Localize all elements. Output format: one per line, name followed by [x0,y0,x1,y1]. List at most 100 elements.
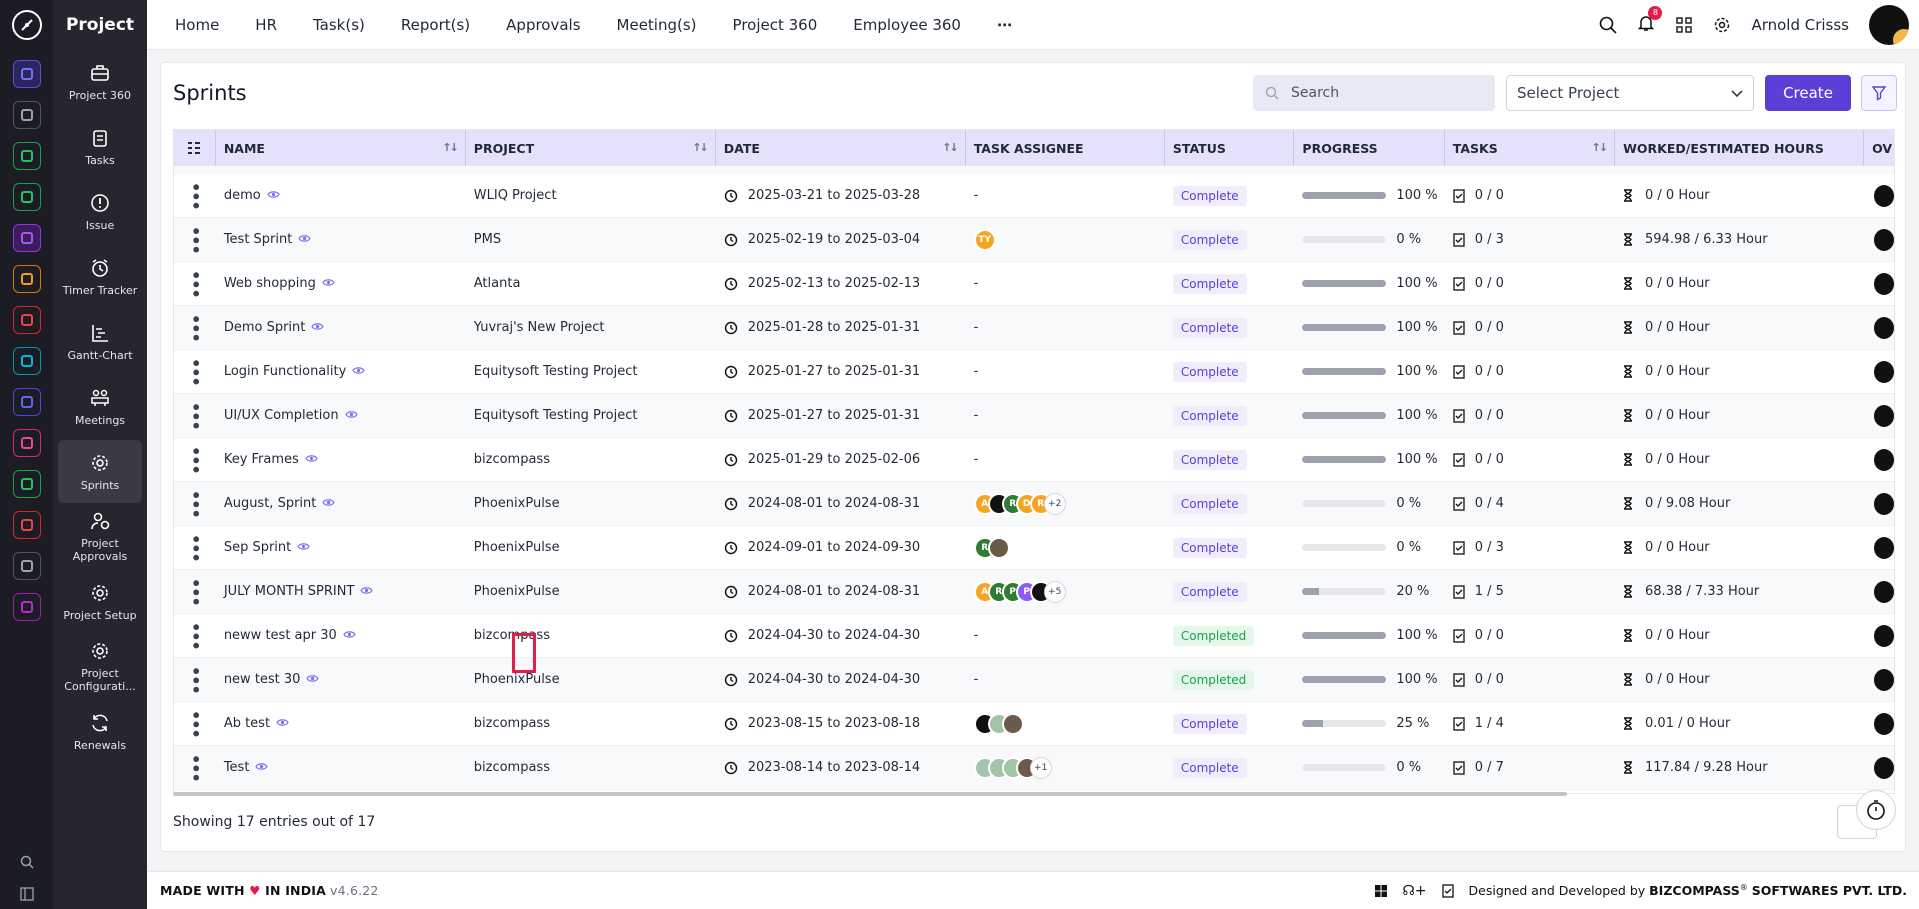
rail-wheat-icon[interactable] [12,265,41,293]
table-row[interactable]: ••• Test bizcompass 2023-08-14 to 2023-0… [174,746,1894,790]
view-eye-icon[interactable] [306,672,320,687]
kebab-menu-icon[interactable]: ••• [186,534,205,562]
collapse-sidebar-icon[interactable] [19,887,34,901]
notification-bell[interactable]: 8 [1637,5,1663,36]
sidebar-item-project-setup[interactable]: Project Setup [58,570,142,633]
nav-hr[interactable]: HR [255,16,277,34]
nav-project-360[interactable]: Project 360 [733,16,818,34]
table-row[interactable]: ••• neww test apr 30 bizcompass 2024-04-… [174,614,1894,658]
rail-user-icon[interactable] [12,511,41,539]
table-row[interactable]: ••• Key Frames bizcompass 2025-01-29 to … [174,438,1894,482]
rail-box-icon[interactable] [12,347,41,375]
sort-icon[interactable]: ↑↓ [442,141,459,154]
view-eye-icon[interactable] [322,496,336,511]
view-eye-icon[interactable] [305,452,318,467]
view-eye-icon[interactable] [352,364,365,379]
row-actions[interactable]: ••• [174,262,216,306]
sidebar-item-renewals[interactable]: Renewals [58,700,142,763]
search-input[interactable]: Search [1253,75,1495,111]
more-assignees-badge[interactable]: +1 [1029,756,1052,779]
kebab-menu-icon[interactable]: ••• [186,710,205,738]
apps-grid-icon[interactable] [1675,16,1693,34]
view-eye-icon[interactable] [322,276,335,291]
row-actions[interactable]: ••• [174,614,216,658]
rail-project-icon[interactable] [12,224,41,252]
table-row[interactable]: ••• Sep Sprint PhoenixPulse 2024-09-01 t… [174,526,1894,570]
rail-people-icon[interactable] [12,142,41,170]
view-eye-icon[interactable] [343,628,356,643]
table-row[interactable]: ••• Test Sprint PMS 2025-02-19 to 2025-0… [174,218,1894,262]
column-name[interactable]: NAME ↑↓ [216,130,466,166]
rail-target-icon[interactable] [12,306,41,334]
table-row[interactable]: ••• demo WLIQ Project 2025-03-21 to 2025… [174,174,1894,218]
sort-icon[interactable]: ↑↓ [942,141,959,154]
sidebar-item-project-configuration[interactable]: Project Configurati... [58,635,142,698]
row-actions[interactable]: ••• [174,306,216,350]
kebab-menu-icon[interactable]: ••• [186,446,205,474]
sidebar-item-project-approvals[interactable]: Project Approvals [58,505,142,568]
nav-tasks[interactable]: Task(s) [313,16,365,34]
row-actions[interactable]: ••• [174,570,216,614]
sidebar-item-project-360[interactable]: Project 360 [58,50,142,113]
table-row[interactable]: ••• JULY MONTH SPRINT PhoenixPulse 2024-… [174,570,1894,614]
floating-timer-button[interactable] [1856,790,1896,830]
kebab-menu-icon[interactable]: ••• [186,226,205,254]
avatar[interactable] [1001,712,1024,735]
row-actions[interactable]: ••• [174,174,216,218]
kebab-menu-icon[interactable]: ••• [186,182,205,210]
column-settings[interactable] [174,130,216,166]
rail-pin-icon[interactable] [12,101,41,129]
select-project-dropdown[interactable]: Select Project [1506,75,1754,111]
row-actions[interactable]: ••• [174,438,216,482]
user-name[interactable]: Arnold Crisss [1751,16,1849,34]
nav-reports[interactable]: Report(s) [401,16,470,34]
kebab-menu-icon[interactable]: ••• [186,314,205,342]
nav-meetings[interactable]: Meeting(s) [617,16,697,34]
horizontal-scrollbar[interactable] [173,792,1567,796]
view-eye-icon[interactable] [255,760,269,775]
sidebar-item-tasks[interactable]: Tasks [58,115,142,178]
headset-plus-icon[interactable]: ☊+ [1402,883,1426,899]
rail-dollar-icon[interactable] [12,470,41,498]
create-button[interactable]: Create [1765,75,1851,111]
avatar[interactable]: TY [973,228,996,251]
search-icon[interactable] [1599,16,1618,34]
settings-gear-icon[interactable] [1713,16,1731,34]
sidebar-item-timer-tracker[interactable]: Timer Tracker [58,245,142,308]
rail-house-icon[interactable] [12,552,41,580]
more-assignees-badge[interactable]: +5 [1043,580,1066,603]
row-actions[interactable]: ••• [174,394,216,438]
kebab-menu-icon[interactable]: ••• [186,578,205,606]
view-eye-icon[interactable] [344,408,358,423]
nav-home[interactable]: Home [175,16,219,34]
rail-monitor-icon[interactable] [12,429,41,457]
column-project[interactable]: PROJECT ↑↓ [466,130,716,166]
kebab-menu-icon[interactable]: ••• [186,358,205,386]
table-row[interactable]: ••• UI/UX Completion Equitysoft Testing … [174,394,1894,438]
more-icon[interactable]: ⋯ [997,16,1013,34]
column-date[interactable]: DATE ↑↓ [716,130,966,166]
user-avatar[interactable] [1869,4,1909,45]
app-logo-icon[interactable] [11,10,42,40]
sort-icon[interactable]: ↑↓ [692,141,709,154]
sidebar-item-meetings[interactable]: Meetings [58,375,142,438]
kebab-menu-icon[interactable]: ••• [186,754,205,782]
kebab-menu-icon[interactable]: ••• [186,622,205,650]
table-row[interactable]: ••• new test 30 PhoenixPulse 2024-04-30 … [174,658,1894,702]
sidebar-item-issue[interactable]: Issue [58,180,142,243]
column-tasks[interactable]: TASKS ↑↓ [1445,130,1616,166]
table-row[interactable]: ••• Ab test bizcompass 2023-08-15 to 202… [174,702,1894,746]
nav-employee-360[interactable]: Employee 360 [853,16,961,34]
row-actions[interactable]: ••• [174,702,216,746]
table-row[interactable]: ••• Login Functionality Equitysoft Testi… [174,350,1894,394]
windows-icon[interactable] [1374,884,1388,898]
table-row[interactable]: ••• Demo Sprint Yuvraj's New Project 202… [174,306,1894,350]
avatar[interactable] [987,536,1010,559]
view-eye-icon[interactable] [311,320,325,335]
document-check-icon[interactable] [1441,883,1455,898]
row-actions[interactable]: ••• [174,658,216,702]
kebab-menu-icon[interactable]: ••• [186,666,205,694]
rail-search-icon[interactable] [20,855,34,869]
row-actions[interactable]: ••• [174,218,216,262]
sidebar-item-sprints[interactable]: Sprints [58,440,142,503]
